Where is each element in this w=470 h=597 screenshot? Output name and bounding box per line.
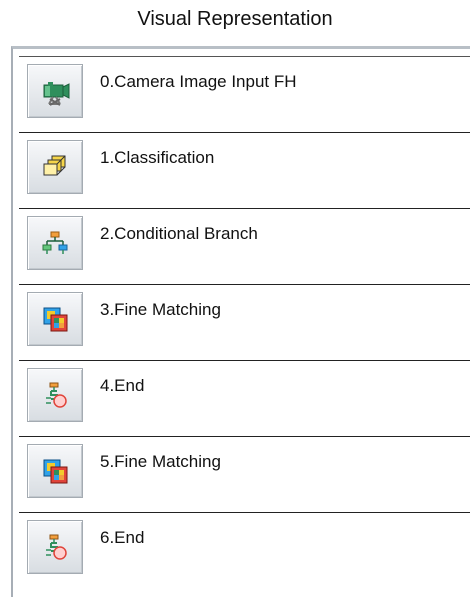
flow-item-label: 0.Camera Image Input FH: [100, 72, 297, 91]
end-button[interactable]: [27, 520, 83, 574]
end-icon: [46, 382, 67, 408]
page-title: Visual Representation: [137, 8, 333, 30]
flow-item-camera-image-input[interactable]: 0.Camera Image Input FH: [19, 56, 470, 132]
flow-item-label: 6.End: [100, 528, 145, 547]
flow-item-fine-matching-3[interactable]: 3.Fine Matching: [19, 284, 470, 360]
camera-input-icon: [43, 82, 70, 106]
flow-item-label: 4.End: [100, 376, 145, 395]
conditional-branch-button[interactable]: [27, 216, 83, 270]
flow-panel: 0.Camera Image Input FH 1.Classification: [11, 46, 470, 597]
flow-item-classification[interactable]: 1.Classification: [19, 132, 470, 208]
flow-item-conditional-branch[interactable]: 2.Conditional Branch: [19, 208, 470, 284]
end-icon: [46, 534, 67, 560]
camera-input-button[interactable]: [27, 64, 83, 118]
end-button[interactable]: [27, 368, 83, 422]
flow-item-label: 1.Classification: [100, 148, 215, 167]
conditional-branch-icon: [42, 231, 68, 254]
classification-icon: [43, 155, 66, 176]
fine-matching-icon: [43, 459, 68, 484]
flow-item-label: 5.Fine Matching: [100, 452, 221, 471]
flow-list: 0.Camera Image Input FH 1.Classification: [19, 56, 470, 588]
flow-item-end-4[interactable]: 4.End: [19, 360, 470, 436]
fine-matching-button[interactable]: [27, 444, 83, 498]
flow-item-label: 3.Fine Matching: [100, 300, 221, 319]
classification-button[interactable]: [27, 140, 83, 194]
fine-matching-button[interactable]: [27, 292, 83, 346]
flow-item-end-6[interactable]: 6.End: [19, 512, 470, 588]
flow-item-label: 2.Conditional Branch: [100, 224, 258, 243]
fine-matching-icon: [43, 307, 68, 332]
flow-item-fine-matching-5[interactable]: 5.Fine Matching: [19, 436, 470, 512]
